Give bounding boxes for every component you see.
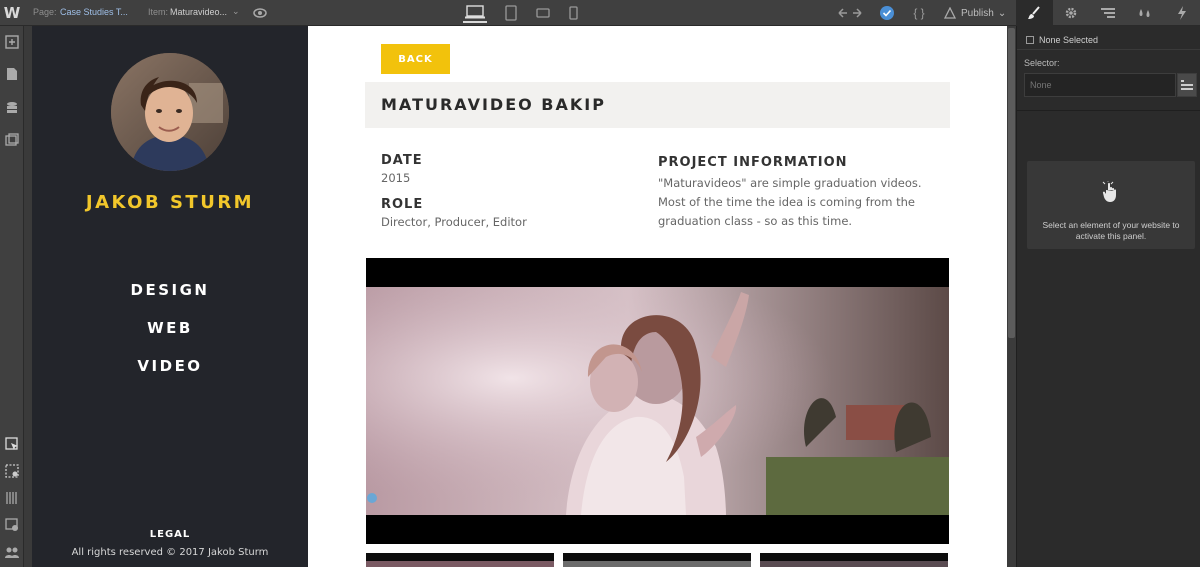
video-thumbnail[interactable] [366, 553, 554, 567]
gear-icon [1065, 7, 1077, 19]
publish-icon [943, 7, 957, 19]
lightning-icon [1177, 6, 1186, 20]
site-name[interactable]: JAKOB STURM [32, 192, 308, 213]
page-canvas: BACK MATURAVIDEO BAKIP DATE 2015 ROLE Di… [308, 26, 1007, 567]
panel-divider [1017, 110, 1200, 111]
nav-design[interactable]: DESIGN [32, 281, 308, 299]
page-label: Page: [33, 7, 57, 17]
desktop-view-icon[interactable] [463, 3, 487, 23]
chevron-down-icon: ⌄ [997, 7, 1007, 19]
mobile-portrait-icon[interactable] [566, 3, 580, 23]
style-panel: None Selected Selector: Select an elemen… [1016, 26, 1200, 567]
scrollbar-thumb[interactable] [1008, 28, 1015, 338]
pointer-hand-icon [1102, 181, 1116, 202]
cms-database-icon[interactable] [4, 100, 20, 116]
assets-icon[interactable] [4, 132, 20, 148]
tab-swatches[interactable] [1126, 0, 1163, 26]
tablet-view-icon[interactable] [503, 3, 519, 23]
code-export-icon[interactable]: { } [908, 4, 930, 22]
back-button[interactable]: BACK [381, 44, 450, 74]
thumbnail-image [563, 561, 751, 567]
show-edges-icon[interactable] [4, 463, 20, 479]
project-info-label: PROJECT INFORMATION [658, 155, 848, 170]
title-bar: MATURAVIDEO BAKIP [365, 82, 950, 128]
thumbnail-image [366, 561, 554, 567]
droplets-icon [1139, 9, 1150, 17]
navigator-icon [1100, 8, 1115, 18]
selector-input[interactable] [1024, 73, 1176, 97]
legal-link[interactable]: LEGAL [32, 529, 308, 540]
grid-overlay-icon[interactable] [4, 490, 20, 506]
project-description: "Maturavideos" are simple graduation vid… [658, 176, 922, 228]
canvas-scrollbar[interactable] [1007, 26, 1016, 567]
role-label: ROLE [381, 197, 424, 212]
empty-panel-notice: Select an element of your website to act… [1027, 161, 1195, 249]
avatar [111, 53, 229, 171]
thumbnail-image [760, 561, 948, 567]
audit-check-icon[interactable] [878, 4, 896, 22]
item-label: Item: [148, 7, 169, 17]
date-value: 2015 [381, 171, 411, 185]
add-element-icon[interactable] [4, 34, 20, 50]
chevron-down-icon[interactable]: ⌄ [232, 6, 240, 17]
publish-label: Publish [961, 7, 994, 19]
designer-toolbar: W Page: Case Studies T... Item: Maturavi… [0, 0, 1200, 26]
tab-style[interactable] [1016, 0, 1053, 26]
select-element-icon[interactable] [4, 436, 20, 452]
preview-eye-icon[interactable] [252, 5, 268, 21]
canvas-gutter [24, 26, 32, 567]
item-selector[interactable]: Maturavideo... [170, 7, 227, 17]
tab-settings[interactable] [1053, 0, 1090, 26]
nav-web[interactable]: WEB [32, 319, 308, 337]
paintbrush-icon [1028, 6, 1041, 19]
pages-icon[interactable] [4, 66, 20, 82]
none-selected-label: None Selected [1039, 35, 1099, 45]
site-sidebar: JAKOB STURM DESIGN WEB VIDEO LEGAL All r… [32, 26, 308, 567]
mobile-landscape-icon[interactable] [535, 3, 551, 23]
video-thumbnail[interactable] [563, 553, 751, 567]
video-player[interactable] [366, 258, 949, 544]
selector-label: Selector: [1024, 58, 1060, 68]
nav-video[interactable]: VIDEO [32, 357, 308, 375]
list-menu-icon [1181, 80, 1193, 90]
tab-interactions[interactable] [1163, 0, 1200, 26]
selection-row: None Selected [1017, 26, 1200, 50]
team-users-icon[interactable] [4, 544, 20, 560]
page-selector[interactable]: Case Studies T... [60, 7, 128, 17]
panel-tabs [1016, 0, 1200, 26]
tab-navigator[interactable] [1090, 0, 1127, 26]
role-value: Director, Producer, Editor [381, 215, 527, 229]
video-thumbnail[interactable] [760, 553, 948, 567]
empty-panel-text: Select an element of your website to act… [1042, 220, 1180, 241]
selector-menu-button[interactable] [1177, 73, 1197, 97]
publish-button[interactable]: Publish ⌄ [943, 0, 1006, 26]
date-label: DATE [381, 153, 423, 168]
page-title: MATURAVIDEO BAKIP [381, 95, 606, 114]
left-toolbar [0, 26, 24, 567]
webflow-logo[interactable]: W [0, 0, 24, 26]
none-selected-checkbox[interactable] [1026, 36, 1034, 44]
preview-mode-icon[interactable] [4, 517, 20, 533]
video-frame [366, 287, 949, 515]
copyright-text: All rights reserved © 2017 Jakob Sturm [71, 547, 269, 558]
undo-redo-icon[interactable] [836, 4, 864, 22]
